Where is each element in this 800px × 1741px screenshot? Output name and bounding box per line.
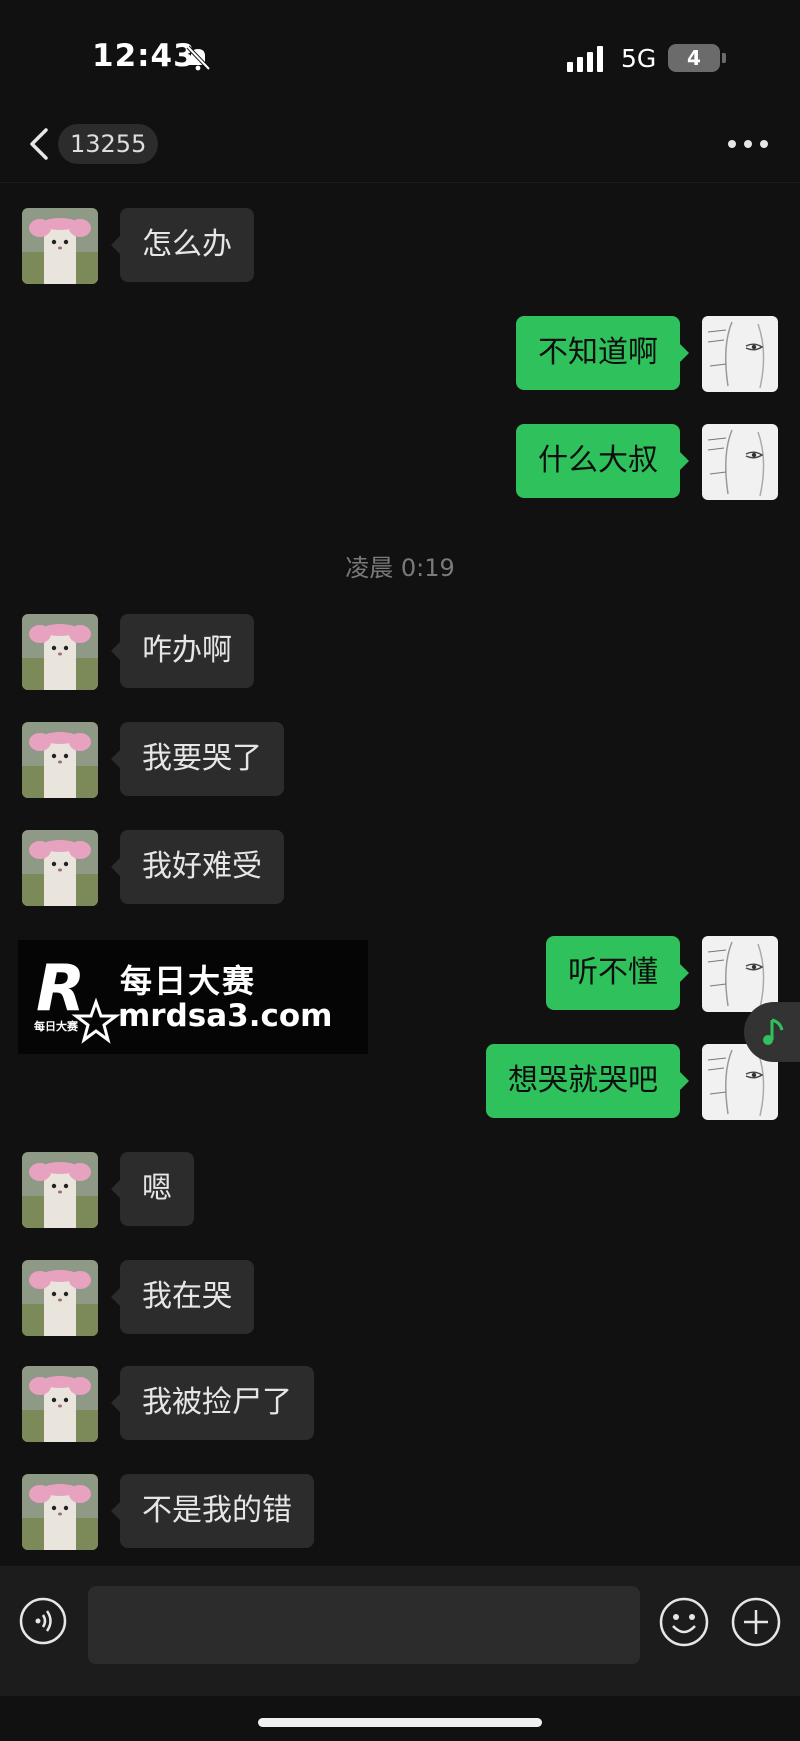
message-bubble-incoming[interactable]: 不是我的错	[111, 1474, 314, 1548]
status-bar: 12:43 5G 4	[0, 0, 800, 110]
more-icon[interactable]	[720, 128, 776, 160]
message-bubble-outgoing[interactable]: 想哭就哭吧	[486, 1044, 689, 1118]
user-avatar[interactable]	[702, 936, 778, 1012]
message-bubble-incoming[interactable]: 咋办啊	[111, 614, 254, 688]
status-time: 12:43	[92, 38, 196, 74]
signal-icon	[567, 46, 603, 72]
battery-tip	[722, 53, 726, 63]
message-bubble-outgoing[interactable]: 什么大叔	[516, 424, 689, 498]
message-bubble-incoming[interactable]: 怎么办	[111, 208, 254, 282]
contact-avatar[interactable]	[22, 1474, 98, 1550]
message-bubble-incoming[interactable]: 我被捡尸了	[111, 1366, 314, 1440]
message-timestamp: 凌晨 0:19	[345, 554, 455, 582]
contact-avatar[interactable]	[22, 722, 98, 798]
emoji-icon[interactable]	[658, 1596, 710, 1648]
home-indicator	[258, 1718, 542, 1727]
music-note-icon	[763, 1018, 784, 1045]
watermark-logo: R 每日大赛	[34, 952, 121, 1044]
network-type: 5G	[621, 44, 657, 73]
watermark: R 每日大赛 每日大赛 mrdsa3.com	[18, 940, 368, 1054]
floating-music-button[interactable]	[744, 1002, 800, 1062]
contact-name[interactable]: 13255	[58, 124, 159, 164]
message-bubble-outgoing[interactable]: 不知道啊	[516, 316, 689, 390]
svg-text:每日大赛: 每日大赛	[34, 1019, 79, 1033]
contact-avatar[interactable]	[22, 1366, 98, 1442]
user-avatar[interactable]	[702, 316, 778, 392]
message-bubble-incoming[interactable]: 嗯	[111, 1152, 194, 1226]
contact-avatar[interactable]	[22, 830, 98, 906]
contact-avatar[interactable]	[22, 1152, 98, 1228]
message-bubble-incoming[interactable]: 我要哭了	[111, 722, 284, 796]
chevron-left-icon[interactable]	[22, 122, 58, 166]
plus-icon[interactable]	[730, 1596, 782, 1648]
input-bar	[0, 1566, 800, 1696]
battery-indicator: 4	[668, 44, 720, 72]
bell-off-icon	[186, 45, 211, 71]
watermark-title: 每日大赛	[120, 962, 257, 1000]
message-bubble-outgoing[interactable]: 听不懂	[546, 936, 689, 1010]
contact-avatar[interactable]	[22, 614, 98, 690]
user-avatar[interactable]	[702, 424, 778, 500]
contact-avatar[interactable]	[22, 208, 98, 284]
voice-icon[interactable]	[18, 1596, 68, 1646]
message-bubble-incoming[interactable]: 我好难受	[111, 830, 284, 904]
chat-header: 13255	[0, 110, 800, 183]
message-input[interactable]	[88, 1586, 640, 1664]
message-bubble-incoming[interactable]: 我在哭	[111, 1260, 254, 1334]
contact-avatar[interactable]	[22, 1260, 98, 1336]
watermark-url: mrdsa3.com	[118, 998, 333, 1034]
